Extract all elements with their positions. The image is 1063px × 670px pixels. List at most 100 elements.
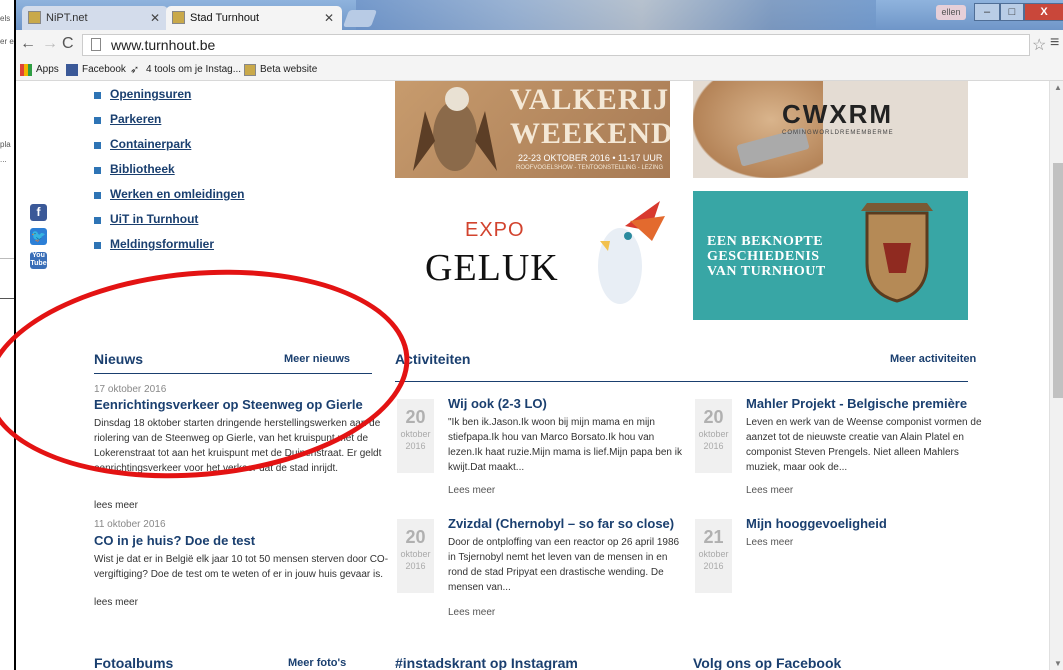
meer-fotos-link[interactable]: Meer foto's xyxy=(288,657,346,669)
event-day: 20 xyxy=(405,527,426,547)
bookmark-beta-website[interactable]: Beta website xyxy=(244,60,317,80)
event-body: Leven en werk van de Weense componist vo… xyxy=(746,417,982,428)
scroll-up-icon[interactable]: ▲ xyxy=(1054,83,1062,92)
meer-activiteiten-link[interactable]: Meer activiteiten xyxy=(890,353,976,365)
browser-toolbar: ← → C www.turnhout.be ☆ ≡ xyxy=(16,30,1063,60)
event-day: 20 xyxy=(703,407,724,427)
banner-heading: EXPO xyxy=(465,219,525,241)
bullet xyxy=(94,167,101,174)
divider xyxy=(0,298,14,299)
banner-heading: EEN BEKNOPTE xyxy=(707,234,824,249)
tab-stad-turnhout[interactable]: Stad Turnhout ✕ xyxy=(166,6,342,30)
parrot-illustration xyxy=(598,201,665,304)
banner-expo-geluk[interactable]: EXPO GELUK xyxy=(395,191,670,320)
facebook-icon[interactable]: f xyxy=(30,204,47,221)
bookmark-facebook[interactable]: Facebook xyxy=(66,60,126,80)
close-window-button[interactable]: X xyxy=(1024,3,1063,21)
bullet xyxy=(94,117,101,124)
event-day: 21 xyxy=(703,527,724,547)
event-title[interactable]: Mijn hooggevoeligheid xyxy=(746,516,887,531)
event-month: oktober xyxy=(698,429,729,439)
event-body: rond de stad Pripyat een drastische wend… xyxy=(448,567,664,578)
youtube-icon[interactable]: You Tube xyxy=(30,252,47,269)
news-date: 11 oktober 2016 xyxy=(94,519,166,530)
url-text: www.turnhout.be xyxy=(111,37,216,53)
banner-heading: GESCHIEDENIS xyxy=(707,249,820,264)
lees-meer-link[interactable]: Lees meer xyxy=(448,607,495,618)
banner-subtext: COMINGWORLDREMEMBERME xyxy=(782,130,894,136)
back-icon[interactable]: ← xyxy=(20,35,36,53)
scroll-down-icon[interactable]: ▼ xyxy=(1054,659,1062,668)
event-body: kwijt.Dat maakt... xyxy=(448,462,525,473)
minimize-button[interactable]: – xyxy=(974,3,1000,21)
bullet xyxy=(94,192,101,199)
bookmark-apps[interactable]: Apps xyxy=(20,60,59,80)
lees-meer-link[interactable]: Lees meer xyxy=(448,485,495,496)
banner-heading: VAN TURNHOUT xyxy=(707,264,826,279)
bookmark-label: Apps xyxy=(36,64,59,75)
quicklink-label[interactable]: Openingsuren xyxy=(110,87,191,101)
page-scrollbar[interactable]: ▲ ▼ xyxy=(1049,81,1063,670)
event-body: mensen van... xyxy=(448,582,511,593)
lees-meer-link[interactable]: lees meer xyxy=(94,500,138,511)
event-month: oktober xyxy=(400,549,431,559)
event-date-box: 20 oktober 2016 xyxy=(397,519,434,593)
banner-valkerij-weekend[interactable]: VALKERIJ WEEKEND 22-23 OKTOBER 2016 • 11… xyxy=(395,81,670,178)
quicklink-label[interactable]: Bibliotheek xyxy=(110,162,175,176)
maximize-button[interactable]: □ xyxy=(1000,3,1024,21)
banner-cwxrm[interactable]: CWXRM COMINGWORLDREMEMBERME xyxy=(693,81,968,178)
background-text: er e xyxy=(0,37,14,46)
quicklink-label[interactable]: UiT in Turnhout xyxy=(110,212,198,226)
bullet xyxy=(94,217,101,224)
bookmarks-bar: Apps Facebook ➶ 4 tools om je Instag... … xyxy=(16,60,1063,81)
event-body: "Ik ben ik.Jason.Ik woon bij mijn mama e… xyxy=(448,417,655,428)
close-icon[interactable]: ✕ xyxy=(324,6,334,30)
banner-geschiedenis[interactable]: EEN BEKNOPTE GESCHIEDENIS VAN TURNHOUT xyxy=(693,191,968,320)
address-bar[interactable]: www.turnhout.be xyxy=(82,34,1030,56)
event-title[interactable]: Mahler Projekt - Belgische première xyxy=(746,396,967,411)
forward-icon[interactable]: → xyxy=(42,35,58,53)
user-profile-badge[interactable]: ellen xyxy=(936,5,966,20)
event-year: 2016 xyxy=(405,441,426,451)
background-window: els er e pla ... xyxy=(0,0,15,300)
quicklink-label[interactable]: Werken en omleidingen xyxy=(110,187,244,201)
divider xyxy=(0,258,14,259)
quicklink-label[interactable]: Parkeren xyxy=(110,112,161,126)
site-favicon-icon xyxy=(244,64,256,76)
banner-heading: WEEKEND xyxy=(510,117,670,150)
bookmark-label: Beta website xyxy=(260,64,318,75)
scrollbar-thumb[interactable] xyxy=(1053,163,1063,398)
falcon-illustration xyxy=(413,87,497,171)
lees-meer-link[interactable]: lees meer xyxy=(94,597,138,608)
coat-of-arms-illustration xyxy=(861,203,933,303)
lees-meer-link[interactable]: Lees meer xyxy=(746,537,793,548)
lees-meer-link[interactable]: Lees meer xyxy=(746,485,793,496)
event-year: 2016 xyxy=(703,441,724,451)
news-title[interactable]: CO in je huis? Doe de test xyxy=(94,533,255,548)
close-icon[interactable]: ✕ xyxy=(150,6,160,30)
twitter-icon[interactable]: 🐦 xyxy=(30,228,47,245)
event-body: Door de ontploffing van een reactor op 2… xyxy=(448,537,680,548)
news-body: vergiftiging? Doe de test om te weten of… xyxy=(94,569,384,580)
event-day: 20 xyxy=(405,407,426,427)
menu-icon[interactable]: ≡ xyxy=(1050,34,1059,52)
apps-grid-icon xyxy=(20,64,32,76)
bullet xyxy=(94,242,101,249)
site-favicon-icon xyxy=(28,11,41,24)
event-body: stiefpapa.Ik hou van Marco Borsato.Ik ho… xyxy=(448,432,655,443)
event-title[interactable]: Zvizdal (Chernobyl – so far so close) xyxy=(448,516,674,531)
bookmark-instagram-tools[interactable]: ➶ 4 tools om je Instag... xyxy=(130,60,241,80)
quicklink-label[interactable]: Containerpark xyxy=(110,137,191,151)
reload-icon[interactable]: C xyxy=(62,35,74,53)
bookmark-star-icon[interactable]: ☆ xyxy=(1032,35,1046,55)
event-body: muziek, maar ook de... xyxy=(746,462,848,473)
event-body: in Tsjernobyl nemt het leven van de mens… xyxy=(448,552,668,563)
window-background-image xyxy=(356,0,876,30)
event-body: lezen.Ik haat ruzie.Mijn mama is lief.Mi… xyxy=(448,447,682,458)
event-body: aanzet tot de nieuwste creatie van Alain… xyxy=(746,432,964,443)
event-title[interactable]: Wij ook (2-3 LO) xyxy=(448,396,547,411)
quicklink-label[interactable]: Meldingsformulier xyxy=(110,237,214,251)
page-icon xyxy=(91,38,101,51)
tab-niptnet[interactable]: NiPT.net ✕ xyxy=(22,6,168,30)
bullet xyxy=(94,142,101,149)
